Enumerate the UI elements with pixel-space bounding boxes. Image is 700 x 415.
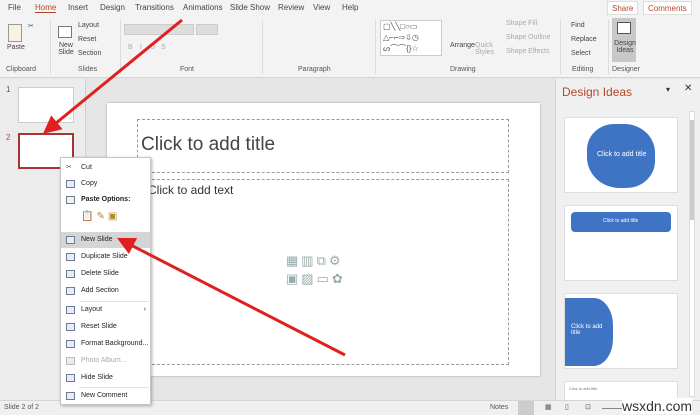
design-ideas-button[interactable]: Design Ideas	[612, 18, 636, 62]
context-menu: ✂ Cut Copy Paste Options: 📋✎▣ New Slide D…	[60, 157, 151, 405]
tab-view[interactable]: View	[313, 3, 330, 12]
title-placeholder-text: Click to add title	[141, 134, 276, 155]
menu-item-duplicate-slide[interactable]: Duplicate Slide	[61, 249, 150, 265]
new-slide-icon	[58, 26, 72, 38]
tab-slide-show[interactable]: Slide Show	[230, 3, 270, 12]
menu-item-format-background[interactable]: Format Background...	[61, 336, 150, 352]
design-ideas-title: Design Ideas	[562, 85, 633, 99]
content-placeholder[interactable]: Click to add text ▦▥⧉⚙ ▣▨▭✿	[137, 179, 509, 365]
slide-thumbnail-1[interactable]	[18, 87, 74, 123]
design-idea-card[interactable]: Click to add title	[564, 205, 678, 281]
scrollbar[interactable]	[689, 111, 695, 397]
menu-item-new-comment[interactable]: New Comment	[61, 388, 150, 404]
shape-effects-button[interactable]: Shape Effects	[506, 48, 549, 55]
slide-count: Slide 2 of 2	[4, 404, 40, 411]
design-idea-card[interactable]: Click to add title	[564, 117, 678, 193]
thumbnail-number: 2	[6, 133, 11, 142]
design-idea-card[interactable]: Click to add title	[564, 293, 678, 369]
section-button[interactable]: Section	[78, 50, 101, 57]
tab-animations[interactable]: Animations	[183, 3, 223, 12]
slide-sorter-icon[interactable]: ▦	[545, 403, 552, 411]
share-button[interactable]: Share	[607, 1, 639, 15]
slideshow-icon[interactable]: ⊡	[585, 403, 591, 411]
paste-option-icons[interactable]: 📋✎▣	[81, 211, 120, 222]
arrange-button[interactable]: Arrange	[450, 42, 475, 49]
font-size-dropdown[interactable]	[196, 24, 218, 35]
replace-button[interactable]: Replace	[571, 36, 597, 43]
chevron-right-icon: ›	[143, 306, 146, 313]
paste-button[interactable]: Paste	[7, 44, 25, 51]
group-label-drawing: Drawing	[450, 66, 476, 73]
select-button[interactable]: Select	[571, 50, 590, 57]
design-ideas-icon	[617, 22, 631, 34]
comments-button[interactable]: Comments	[643, 1, 692, 15]
tab-insert[interactable]: Insert	[68, 3, 88, 12]
notes-button[interactable]: Notes	[490, 404, 508, 411]
reset-button[interactable]: Reset	[78, 36, 96, 43]
reading-view-icon[interactable]: ▯	[565, 403, 569, 411]
group-label-designer: Designer	[612, 66, 641, 73]
tab-home[interactable]: Home	[35, 3, 57, 13]
paste-icon	[8, 24, 22, 42]
tab-review[interactable]: Review	[278, 3, 304, 12]
menu-item-paste-options: Paste Options:	[61, 192, 150, 208]
menu-item-add-section[interactable]: Add Section	[61, 283, 150, 299]
quick-styles-button[interactable]: Quick Styles	[475, 42, 497, 56]
menu-item-hide-slide[interactable]: Hide Slide	[61, 370, 150, 386]
menu-item-reset-slide[interactable]: Reset Slide	[61, 319, 150, 335]
font-name-dropdown[interactable]	[124, 24, 194, 35]
group-label-paragraph: Paragraph	[298, 66, 331, 73]
tab-file[interactable]: File	[8, 3, 21, 12]
cut-icon[interactable]: ✂	[28, 22, 34, 30]
underline-button[interactable]: U	[150, 44, 155, 51]
group-label-clipboard: Clipboard	[6, 66, 36, 73]
close-icon[interactable]: ✕	[684, 83, 692, 94]
tab-help[interactable]: Help	[342, 3, 358, 12]
shape-fill-button[interactable]: Shape Fill	[506, 20, 537, 27]
ribbon-tabs: File Home Insert Design Transitions Anim…	[0, 0, 700, 16]
tab-design[interactable]: Design	[100, 3, 125, 12]
insert-content-icons[interactable]: ▦▥⧉⚙ ▣▨▭✿	[286, 252, 346, 288]
menu-item-new-slide[interactable]: New Slide	[61, 232, 150, 248]
title-placeholder[interactable]: Click to add title	[137, 119, 509, 173]
slide[interactable]: Click to add title Click to add text ▦▥⧉…	[107, 103, 540, 376]
menu-item-copy[interactable]: Copy	[61, 176, 150, 192]
content-placeholder-text: Click to add text	[148, 183, 234, 197]
layout-button[interactable]: Layout	[78, 22, 99, 29]
pane-options-icon[interactable]: ▾	[666, 85, 670, 94]
italic-button[interactable]: I	[140, 44, 142, 51]
menu-item-cut[interactable]: ✂ Cut	[61, 160, 150, 176]
new-slide-button[interactable]: New Slide	[55, 42, 77, 56]
tab-transitions[interactable]: Transitions	[135, 3, 174, 12]
strike-button[interactable]: S	[161, 44, 166, 51]
thumbnail-number: 1	[6, 85, 11, 94]
group-label-slides: Slides	[78, 66, 98, 73]
find-button[interactable]: Find	[571, 22, 585, 29]
menu-item-layout[interactable]: Layout ›	[61, 302, 150, 318]
group-label-editing: Editing	[572, 66, 594, 73]
watermark: wsxdn.com	[622, 398, 693, 414]
bold-button[interactable]: B	[128, 44, 133, 51]
ribbon: Paste ✂ Clipboard New Slide Layout Reset…	[0, 16, 700, 78]
group-label-font: Font	[180, 66, 195, 73]
menu-item-delete-slide[interactable]: Delete Slide	[61, 266, 150, 282]
shapes-gallery[interactable]: ▢╲╲□○▭ △⌐⌐⇨⇩◷ ᔕ⌒⌒{}☆	[380, 20, 442, 56]
normal-view-button[interactable]	[518, 401, 534, 415]
design-ideas-pane: Design Ideas ▾ ✕ Click to add title Clic…	[555, 79, 700, 401]
shape-outline-button[interactable]: Shape Outline	[506, 34, 550, 41]
menu-item-photo-album: Photo Album...	[61, 353, 150, 369]
